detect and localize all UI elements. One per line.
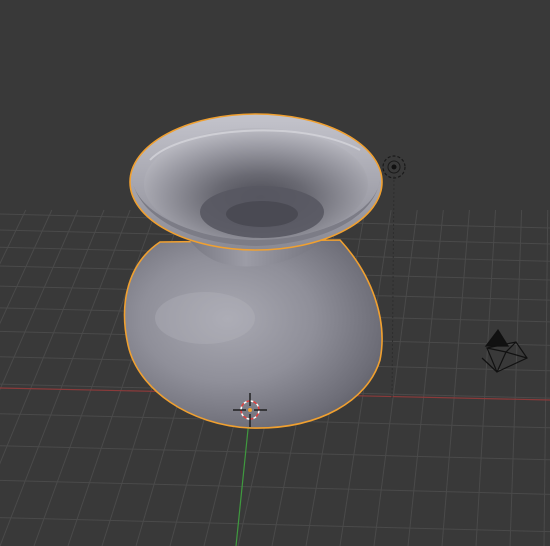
lamp-icon[interactable] [382,155,406,179]
grid-line [543,209,549,546]
viewport-canvas[interactable] [0,0,550,546]
grid-line [441,209,470,546]
grid-line [407,209,444,546]
grid-line [0,445,550,461]
vase-body-highlight [155,292,255,344]
camera-icon[interactable] [481,328,528,373]
grid-line [475,209,497,546]
grid-line [33,209,157,546]
vase-throat-deep [226,201,298,227]
vase-body[interactable] [123,239,383,429]
grid-line [0,209,27,265]
vase-object[interactable] [123,113,383,429]
grid-line [373,209,418,546]
grid-line [0,209,53,325]
grid-line [0,209,131,546]
grid-line [0,479,550,495]
lamp-guide-line [391,175,395,399]
grid-line [0,209,79,391]
3d-viewport[interactable] [0,0,550,546]
